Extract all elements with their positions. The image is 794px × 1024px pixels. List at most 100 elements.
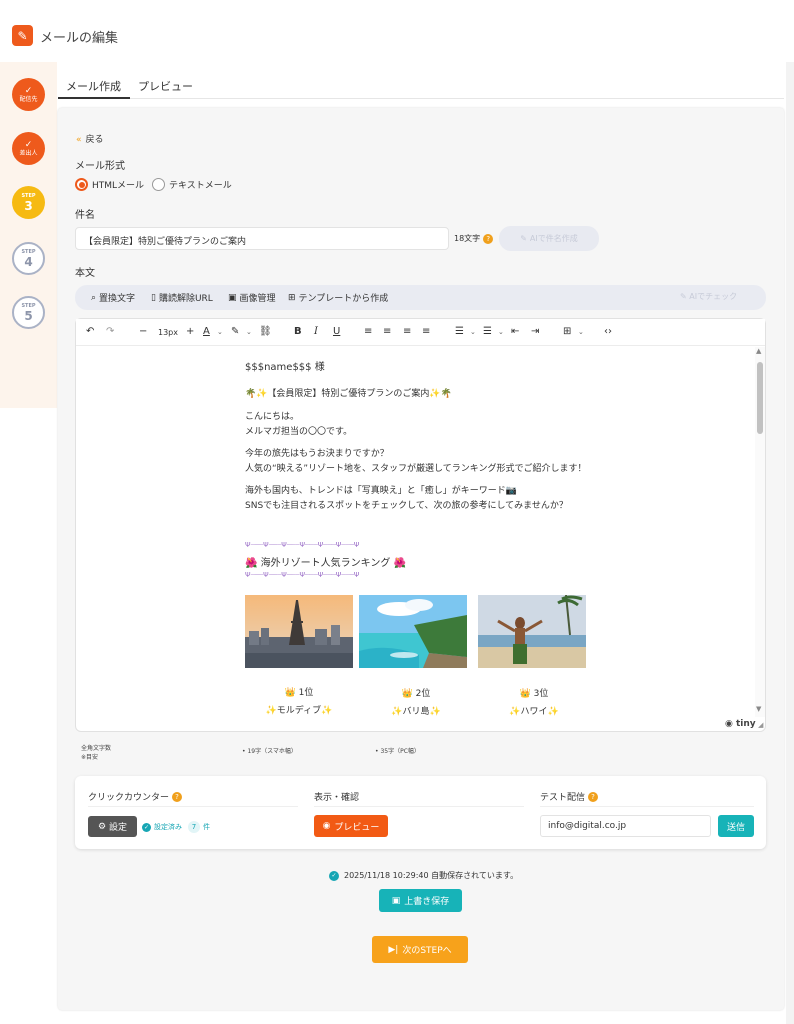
rich-text-editor[interactable] <box>75 318 766 732</box>
double-chevron-left-icon: « <box>76 135 82 145</box>
divider <box>314 806 524 807</box>
email-greeting[interactable]: $$$name$$$ 様 <box>245 360 325 375</box>
step-4[interactable]: STEP 4 <box>12 242 45 275</box>
outdent-icon[interactable]: ⇤ <box>511 326 519 337</box>
gear-icon: ⚙ <box>97 821 107 832</box>
email-paragraph-1a[interactable]: こんにちは。 <box>245 410 299 425</box>
ranking-title[interactable]: 🌺 海外リゾート人気ランキング 🌺 <box>245 554 406 569</box>
numbered-list-icon[interactable]: ☰ <box>483 326 492 337</box>
italic-icon[interactable]: I <box>314 326 318 337</box>
hawaii-image[interactable] <box>478 595 586 668</box>
bali-image[interactable] <box>359 595 467 668</box>
chevron-down-icon[interactable]: ⌄ <box>217 328 223 336</box>
radio-selected <box>75 178 88 191</box>
decrease-font-icon[interactable]: − <box>139 326 147 337</box>
overwrite-save-button[interactable]: ▣ 上書き保存 <box>379 889 462 912</box>
unsubscribe-url-button[interactable]: ▯ 購読解除URL <box>151 291 213 305</box>
underline-icon[interactable]: U <box>333 326 340 337</box>
char-count-label: 全角文字数 ※目安 <box>81 745 112 761</box>
source-code-icon[interactable]: ‹› <box>604 326 612 337</box>
chevron-down-icon[interactable]: ⌄ <box>498 328 504 336</box>
align-right-icon[interactable]: ≡ <box>403 326 411 337</box>
chevron-down-icon[interactable]: ⌄ <box>470 328 476 336</box>
highlight-icon[interactable]: ✎ <box>231 326 239 337</box>
email-paragraph-3b[interactable]: SNSでも注目されるスポットをチェックして、次の旅の参考にしてみませんか？ <box>245 499 568 514</box>
eye-icon: ◉ <box>322 821 331 831</box>
count-badge: 7 <box>188 821 200 833</box>
body-label: 本文 <box>75 268 95 279</box>
help-icon[interactable]: ? <box>483 233 494 244</box>
step-1-recipients[interactable]: ✓ 配信先 <box>12 78 45 111</box>
rank-2[interactable]: 👑 2位 <box>362 686 470 699</box>
email-paragraph-3a[interactable]: 海外も国内も、トレンドは「写真映え」と「癒し」がキーワード📷 <box>245 484 517 499</box>
subject-label: 件名 <box>75 210 95 221</box>
bullet-list-icon[interactable]: ☰ <box>455 326 464 337</box>
image-icon: ▣ <box>228 292 237 303</box>
align-left-icon[interactable]: ≡ <box>364 326 372 337</box>
tiny-logo-icon: ◉ <box>725 719 736 729</box>
rank-3-place[interactable]: ✨ハワイ✨ <box>480 704 588 717</box>
font-size-select[interactable]: 13px <box>158 328 178 337</box>
scrollbar-thumb[interactable] <box>757 362 763 434</box>
bold-icon[interactable]: B <box>294 326 302 337</box>
template-button[interactable]: ⊞ テンプレートから作成 <box>288 291 388 305</box>
email-paragraph-2a[interactable]: 今年の旅先はもうお決まりですか？ <box>245 447 389 462</box>
email-paragraph-1b[interactable]: メルマガ担当の〇〇です。 <box>245 425 352 440</box>
help-icon[interactable]: ? <box>172 791 183 802</box>
settings-card <box>75 776 766 849</box>
autosave-status: ✓ 2025/11/18 10:29:40 自動保存されています。 <box>329 870 518 881</box>
template-icon: ⊞ <box>288 292 296 303</box>
tab-compose[interactable]: メール作成 <box>66 78 121 94</box>
link-icon[interactable]: ⛓ <box>259 326 272 337</box>
pencil-icon: ✎ <box>12 25 33 46</box>
chevron-down-icon[interactable]: ⌄ <box>578 328 584 336</box>
align-justify-icon[interactable]: ≡ <box>422 326 430 337</box>
chevron-down-icon[interactable]: ⌄ <box>246 328 252 336</box>
scroll-down-icon[interactable]: ▼ <box>756 705 761 713</box>
click-counter-label: クリックカウンター? <box>88 790 183 803</box>
format-text-radio[interactable]: テキストメール <box>152 178 232 191</box>
check-icon: ✓ <box>24 85 33 96</box>
text-color-icon[interactable]: A <box>203 326 210 337</box>
rank-2-place[interactable]: ✨バリ島✨ <box>362 704 470 717</box>
email-headline[interactable]: 🌴✨【会員限定】特別ご優待プランのご案内✨🌴 <box>245 387 452 402</box>
help-icon[interactable]: ? <box>588 791 599 802</box>
paris-image[interactable] <box>245 595 353 668</box>
increase-font-icon[interactable]: + <box>186 326 194 337</box>
step-3[interactable]: STEP 3 <box>12 186 45 219</box>
subject-char-count: 18文字? <box>454 233 494 244</box>
rank-1-place[interactable]: ✨モルディブ✨ <box>245 703 353 716</box>
decorative-divider: Ψ┈┈┈Ψ┈┈┈Ψ┈┈┈Ψ┈┈┈Ψ┈┈┈Ψ┈┈┈Ψ <box>245 571 360 579</box>
replace-text-button[interactable]: ⌕ 置換文字 <box>91 291 135 305</box>
indent-icon[interactable]: ⇥ <box>531 326 539 337</box>
align-center-icon[interactable]: ≡ <box>383 326 391 337</box>
format-label: メール形式 <box>75 161 125 172</box>
step-sidebar-bg <box>0 62 57 408</box>
preview-button[interactable]: ◉ プレビュー <box>314 815 388 837</box>
email-paragraph-2b[interactable]: 人気の“映える”リゾート地を、スタッフが厳選してランキング形式でご紹介します！ <box>245 462 587 477</box>
radio-unselected <box>152 178 165 191</box>
next-step-button[interactable]: ▶| 次のSTEPへ <box>372 936 468 963</box>
format-html-radio[interactable]: HTMLメール <box>75 178 144 191</box>
image-manager-button[interactable]: ▣ 画像管理 <box>228 291 276 305</box>
undo-icon[interactable]: ↶ <box>86 326 94 337</box>
rank-1[interactable]: 👑 1位 <box>245 685 353 698</box>
scroll-up-icon[interactable]: ▲ <box>756 347 761 355</box>
back-link[interactable]: «戻る <box>76 132 104 145</box>
table-icon[interactable]: ⊞ <box>563 326 571 337</box>
sparkle-icon: ✎ <box>680 292 690 301</box>
subject-input[interactable]: 【会員限定】特別ご優待プランのご案内 <box>75 227 449 250</box>
tab-preview[interactable]: プレビュー <box>138 78 193 94</box>
decorative-divider: Ψ┈┈┈Ψ┈┈┈Ψ┈┈┈Ψ┈┈┈Ψ┈┈┈Ψ┈┈┈Ψ <box>245 541 360 549</box>
click-counter-settings-button[interactable]: ⚙ 設定 <box>88 816 137 837</box>
send-test-button[interactable]: 送信 <box>718 815 754 837</box>
resize-handle-icon[interactable]: ◢ <box>758 721 763 729</box>
rank-3[interactable]: 👑 3位 <box>480 686 588 699</box>
unlink-icon: ▯ <box>151 292 156 303</box>
ai-check-button[interactable]: ✎ AIでチェック <box>680 291 737 302</box>
test-email-input[interactable]: info@digital.co.jp <box>540 815 711 837</box>
ai-subject-button[interactable]: ✎ AIで件名作成 <box>499 226 599 251</box>
redo-icon[interactable]: ↷ <box>106 326 114 337</box>
step-2-sender[interactable]: ✓ 差出人 <box>12 132 45 165</box>
step-5[interactable]: STEP 5 <box>12 296 45 329</box>
